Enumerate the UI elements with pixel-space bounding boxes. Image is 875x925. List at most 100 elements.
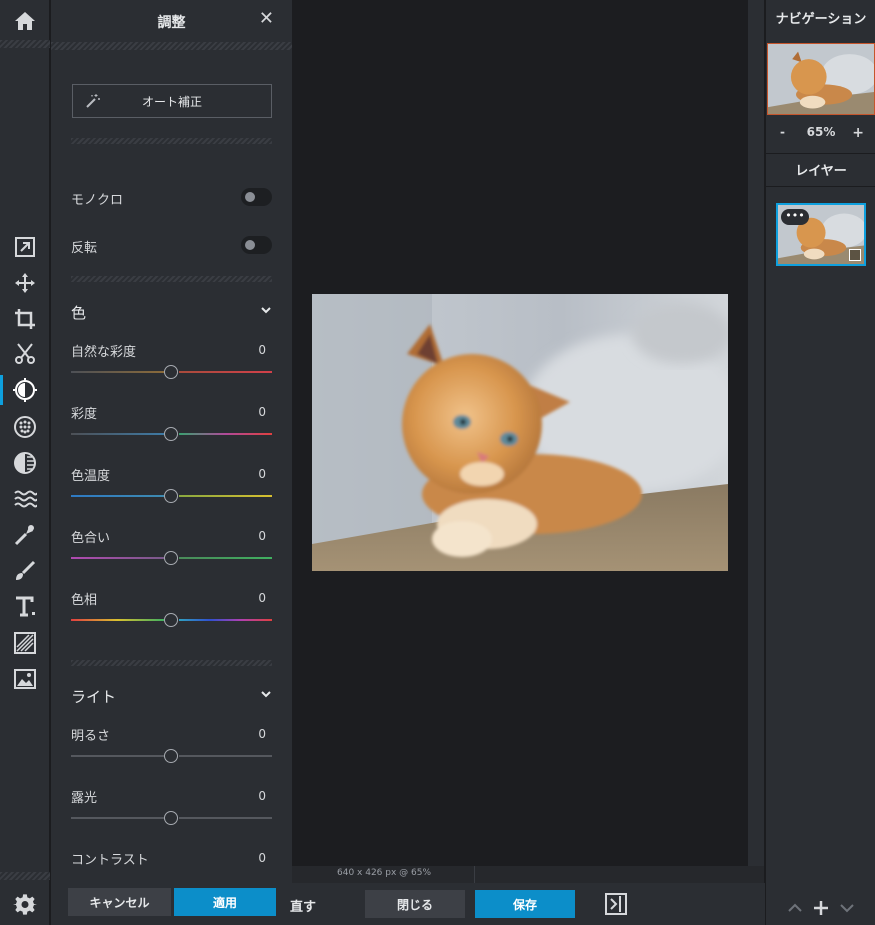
canvas-area[interactable] <box>292 0 748 866</box>
slider-label: 色温度 <box>71 469 111 484</box>
light-section-header[interactable]: ライト <box>71 686 272 707</box>
layer-thumbnail[interactable]: ••• <box>776 203 866 266</box>
adjust-icon[interactable] <box>0 373 50 407</box>
slider-value: 0 <box>258 343 266 357</box>
exposure-slider[interactable]: 露光 0 <box>71 787 272 827</box>
chevron-down-icon <box>261 307 271 314</box>
zoom-in-button[interactable]: + <box>852 125 864 141</box>
slider-track-right <box>179 495 272 497</box>
auto-fix-label: オート補正 <box>141 94 202 109</box>
move-icon[interactable] <box>0 266 50 300</box>
tint-slider[interactable]: 色合い 0 <box>71 527 272 567</box>
apply-button[interactable]: 適用 <box>174 888 276 916</box>
navigation-title: ナビゲーション <box>775 12 867 27</box>
text-icon[interactable] <box>0 590 50 624</box>
image-icon[interactable] <box>0 662 50 696</box>
add-layer-icon[interactable] <box>812 899 830 917</box>
slider-track-left <box>71 433 164 435</box>
close-button[interactable]: 閉じる <box>365 890 465 918</box>
toolbar-divider <box>0 40 50 48</box>
close-icon[interactable]: ✕ <box>259 8 274 29</box>
slider-value: 0 <box>258 405 266 419</box>
settings-icon[interactable] <box>0 888 50 922</box>
cancel-button[interactable]: キャンセル <box>68 888 171 916</box>
status-bar: 640 x 426 px @ 65% <box>292 866 764 883</box>
panel-title: 調整 <box>157 15 186 31</box>
pattern-icon[interactable] <box>0 626 50 660</box>
slider-track-right <box>179 755 272 757</box>
slider-label: 明るさ <box>71 729 111 744</box>
slider-knob[interactable] <box>164 365 178 379</box>
slider-knob[interactable] <box>164 489 178 503</box>
status-separator <box>474 866 475 883</box>
auto-fix-button[interactable]: オート補正 <box>72 84 272 118</box>
slider-track-right <box>179 557 272 559</box>
layers-title: レイヤー <box>795 164 847 179</box>
vertical-scrollbar[interactable] <box>748 0 764 866</box>
slider-knob[interactable] <box>164 811 178 825</box>
light-section-title: ライト <box>71 688 117 706</box>
brush-icon[interactable] <box>0 554 50 588</box>
slider-knob[interactable] <box>164 427 178 441</box>
navigation-thumbnail[interactable] <box>767 43 875 115</box>
retouch-icon[interactable] <box>0 518 50 552</box>
slider-track-left <box>71 817 164 819</box>
kitten-photo[interactable] <box>312 294 728 571</box>
slider-value: 0 <box>258 591 266 605</box>
divider <box>766 186 875 187</box>
chevron-up-icon[interactable] <box>786 899 804 917</box>
slider-value: 0 <box>258 789 266 803</box>
invert-row: 反転 <box>71 235 272 256</box>
slider-knob[interactable] <box>164 613 178 627</box>
temperature-slider[interactable]: 色温度 0 <box>71 465 272 505</box>
redo-button[interactable]: 直す <box>290 896 316 915</box>
slider-label: コントラスト <box>71 853 149 868</box>
liquify-icon[interactable] <box>0 482 50 516</box>
nav-thumb-image <box>768 44 874 114</box>
home-icon[interactable] <box>0 4 50 38</box>
magic-wand-icon <box>86 94 100 108</box>
invert-toggle[interactable] <box>241 236 272 254</box>
layer-menu-button[interactable]: ••• <box>781 209 809 225</box>
monochrome-label: モノクロ <box>71 193 124 208</box>
slider-track-left <box>71 557 164 559</box>
saturation-slider[interactable]: 彩度 0 <box>71 403 272 443</box>
toolbar-divider <box>0 872 50 880</box>
slider-knob[interactable] <box>164 749 178 763</box>
slider-track-left <box>71 495 164 497</box>
section-divider <box>71 660 272 666</box>
adjust-panel: 調整 ✕ オート補正 モノクロ 反転 色 自然な彩度 0 彩度 0 色温度 0 <box>51 0 292 883</box>
layer-visibility-checkbox[interactable] <box>849 249 861 261</box>
slider-label: 色合い <box>71 531 111 546</box>
effects-icon[interactable] <box>0 410 50 444</box>
chevron-down-icon[interactable] <box>838 899 856 917</box>
slider-track-right <box>179 619 272 621</box>
export-icon[interactable] <box>0 230 50 264</box>
crop-icon[interactable] <box>0 302 50 336</box>
cut-icon[interactable] <box>0 337 50 371</box>
slider-label: 露光 <box>71 791 98 806</box>
slider-value: 0 <box>258 851 266 865</box>
toggle-panel-icon[interactable] <box>605 893 627 915</box>
slider-value: 0 <box>258 467 266 481</box>
vibrance-slider[interactable]: 自然な彩度 0 <box>71 341 272 381</box>
slider-track-right <box>179 433 272 435</box>
slider-knob[interactable] <box>164 551 178 565</box>
tool-sidebar <box>0 0 50 925</box>
slider-value: 0 <box>258 529 266 543</box>
brightness-slider[interactable]: 明るさ 0 <box>71 725 272 765</box>
hue-slider[interactable]: 色相 0 <box>71 589 272 629</box>
color-section-header[interactable]: 色 <box>71 302 272 323</box>
monochrome-toggle[interactable] <box>241 188 272 206</box>
save-button[interactable]: 保存 <box>475 890 575 918</box>
filter-icon[interactable] <box>0 446 50 480</box>
layer-actions <box>766 895 875 923</box>
monochrome-row: モノクロ <box>71 187 272 208</box>
contrast-slider[interactable]: コントラスト 0 <box>71 849 272 883</box>
slider-label: 色相 <box>71 593 98 608</box>
bottom-bar: 直す 閉じる 保存 <box>290 883 765 925</box>
panel-footer: キャンセル 適用 <box>51 883 292 925</box>
divider <box>766 153 875 154</box>
color-section-title: 色 <box>71 304 87 322</box>
slider-label: 自然な彩度 <box>71 345 137 360</box>
